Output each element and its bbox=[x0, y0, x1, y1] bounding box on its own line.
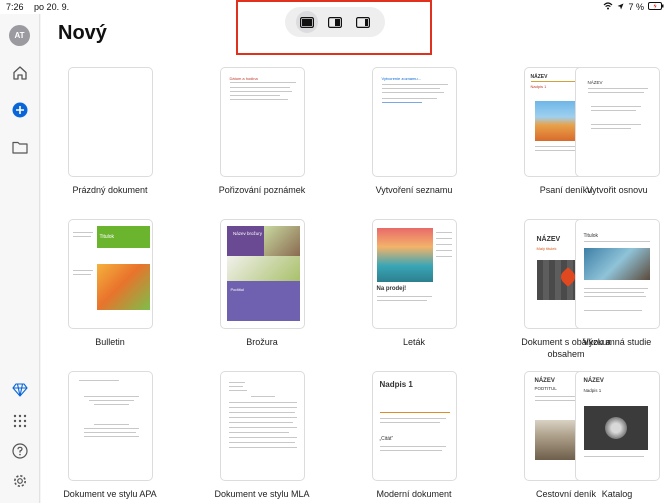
folder-icon[interactable] bbox=[10, 137, 30, 157]
template-blank[interactable]: Prázdný dokument bbox=[55, 67, 165, 196]
template-apa[interactable]: Dokument ve stylu APA bbox=[55, 371, 165, 500]
template-label: Dokument ve stylu MLA bbox=[214, 489, 310, 499]
template-thumbnail: NÁZEV Nadpis 1 bbox=[574, 371, 660, 481]
template-flyer[interactable]: Na prodej! Leták bbox=[359, 219, 469, 348]
template-catalog[interactable]: NÁZEV Nadpis 1 Katalog bbox=[562, 371, 670, 500]
gear-icon[interactable] bbox=[10, 471, 30, 491]
thumb-title: NÁZEV bbox=[536, 236, 561, 243]
template-research[interactable]: Titulok Výzkumná studie bbox=[562, 219, 670, 348]
layout-split-button[interactable] bbox=[324, 11, 346, 33]
thumb-title: Titulok bbox=[583, 233, 599, 239]
thumb-title: Vytvorenie zoznamu... bbox=[381, 76, 421, 81]
thumb-photo bbox=[376, 228, 433, 282]
template-thumbnail: Vytvorenie zoznamu... bbox=[371, 67, 457, 177]
template-thumbnail: Nadpis 1 „Citát“ bbox=[371, 371, 457, 481]
template-list[interactable]: Vytvorenie zoznamu... Vytvoření seznamu bbox=[359, 67, 469, 196]
thumb-photo bbox=[96, 264, 150, 310]
page-title: Nový bbox=[58, 22, 107, 44]
template-thumbnail bbox=[67, 371, 153, 481]
template-modern[interactable]: Nadpis 1 „Citát“ Moderní dokument bbox=[359, 371, 469, 500]
layout-sidebar-button[interactable] bbox=[352, 11, 374, 33]
thumb-title: Na prodej! bbox=[376, 286, 407, 292]
thumb-title: Název brožury bbox=[232, 231, 262, 236]
thumb-subtitle: Nadpis 1 bbox=[583, 388, 602, 393]
thumb-subtitle: „Citát“ bbox=[379, 436, 394, 442]
thumb-photo bbox=[583, 248, 650, 280]
apps-grid-icon[interactable] bbox=[10, 411, 30, 431]
template-label: Prázdný dokument bbox=[72, 185, 148, 195]
thumb-subtitle: Podtitul bbox=[230, 287, 244, 292]
status-time: 7:26 bbox=[6, 2, 24, 12]
thumb-title: Nadpis 1 bbox=[379, 380, 413, 389]
template-thumbnail: Na prodej! bbox=[371, 219, 457, 329]
plus-icon[interactable] bbox=[10, 100, 30, 120]
battery-percent: 7 % bbox=[628, 2, 644, 12]
template-label: Vytvoření seznamu bbox=[375, 185, 453, 195]
template-label: Vytvořit osnovu bbox=[586, 185, 648, 195]
template-brochure[interactable]: Název brožury Podtitul Brožura bbox=[207, 219, 317, 348]
thumb-header-block: Titulok bbox=[96, 226, 150, 248]
template-label: Pořizování poznámek bbox=[218, 185, 306, 195]
template-label: Katalog bbox=[601, 489, 633, 499]
template-label: Výzkumná studie bbox=[582, 337, 652, 347]
template-label: Leták bbox=[402, 337, 426, 347]
thumb-title: Titulok bbox=[99, 234, 115, 240]
layout-switcher bbox=[285, 7, 385, 37]
template-thumbnail: Dátum a hodina bbox=[219, 67, 305, 177]
template-thumbnail: Název brožury Podtitul bbox=[219, 219, 305, 329]
template-thumbnail bbox=[67, 67, 153, 177]
thumb-title: NÁZEV bbox=[587, 80, 603, 85]
avatar[interactable]: AT bbox=[9, 25, 30, 46]
template-label: Dokument ve stylu APA bbox=[63, 489, 157, 499]
status-date: po 20. 9. bbox=[34, 2, 70, 12]
battery-icon bbox=[648, 2, 664, 12]
diamond-icon[interactable] bbox=[10, 380, 30, 400]
template-thumbnail: NÁZEV bbox=[574, 67, 660, 177]
template-thumbnail: Titulok bbox=[67, 219, 153, 329]
location-icon bbox=[617, 2, 624, 12]
help-icon[interactable] bbox=[10, 441, 30, 461]
template-thumbnail bbox=[219, 371, 305, 481]
thumb-title: NÁZEV bbox=[534, 378, 555, 384]
template-mla[interactable]: Dokument ve stylu MLA bbox=[207, 371, 317, 500]
thumb-title: Dátum a hodina bbox=[229, 76, 258, 81]
template-label: Bulletin bbox=[95, 337, 125, 347]
layout-full-button[interactable] bbox=[296, 11, 318, 33]
thumb-subtitle: Malý titulek bbox=[536, 246, 557, 251]
template-label: Moderní dokument bbox=[376, 489, 452, 499]
template-outline[interactable]: NÁZEV Vytvořit osnovu bbox=[562, 67, 670, 196]
thumb-title: NÁZEV bbox=[583, 378, 604, 384]
thumb-photo bbox=[583, 406, 648, 450]
thumb-subtitle: PODTITUL bbox=[534, 386, 557, 391]
template-thumbnail: Titulok bbox=[574, 219, 660, 329]
template-note-taking[interactable]: Dátum a hodina Pořizování poznámek bbox=[207, 67, 317, 196]
template-bulletin[interactable]: Titulok Bulletin bbox=[55, 219, 165, 348]
thumb-title: NÁZEV bbox=[530, 74, 548, 80]
template-label: Brožura bbox=[246, 337, 278, 347]
sidebar: AT bbox=[0, 14, 40, 503]
template-gallery: Nový Prázdný dokument Dátum a hodina Poř… bbox=[41, 14, 670, 503]
thumb-subtitle: Nadpis 1 bbox=[530, 84, 547, 89]
wifi-icon bbox=[603, 2, 613, 12]
home-icon[interactable] bbox=[10, 63, 30, 83]
